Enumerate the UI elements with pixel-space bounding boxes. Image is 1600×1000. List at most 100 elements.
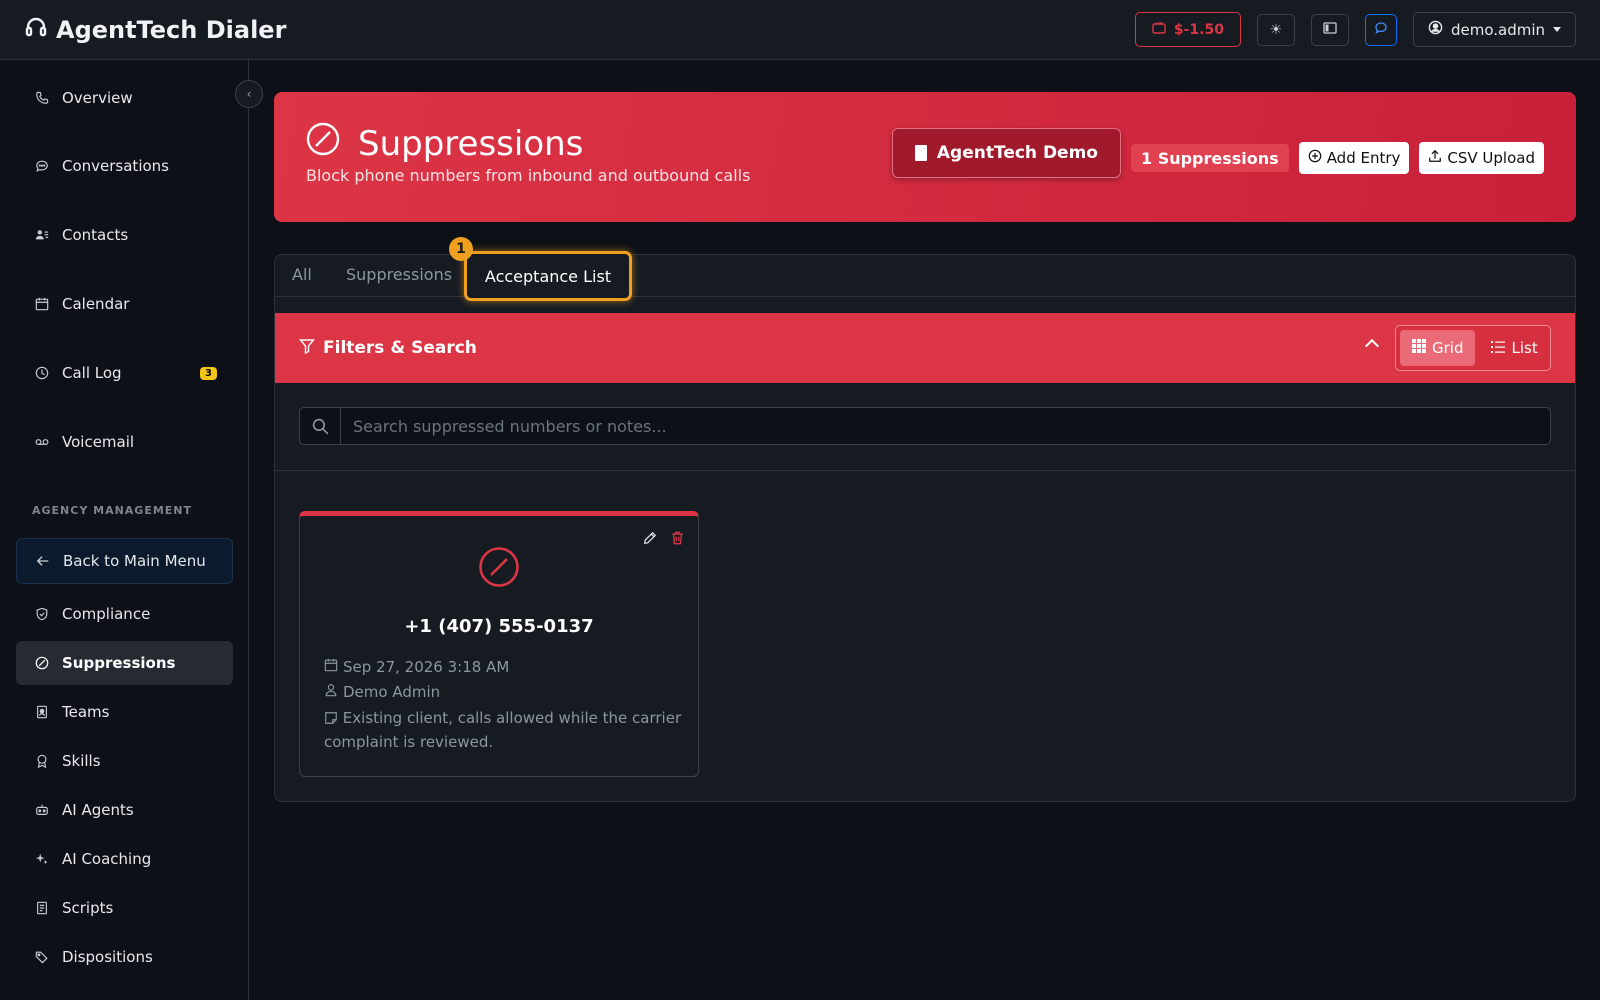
voicemail-icon [34,434,50,450]
tab-suppressions[interactable]: Suppressions [346,265,452,284]
add-entry-label: Add Entry [1326,149,1401,167]
page-subtitle: Block phone numbers from inbound and out… [306,166,751,185]
contacts-icon [34,227,50,243]
ban-icon [478,546,520,592]
user-menu-button[interactable]: demo.admin [1412,12,1576,47]
sidebar-item-voicemail[interactable]: Voicemail [16,420,233,464]
sidebar-item-label: Suppressions [62,654,176,672]
sidebar-item-skills[interactable]: Skills [16,739,233,783]
list-view-button[interactable]: List [1479,330,1549,366]
sidebar-item-teams[interactable]: Teams [16,690,233,734]
sidebar-item-overview[interactable]: Overview [16,76,233,120]
chat-icon [34,158,50,174]
calendar-icon [324,658,338,676]
card-user-row: Demo Admin [324,683,440,701]
caret-down-icon [1553,27,1561,32]
page-title: Suppressions [306,122,583,165]
organization-selector-button[interactable]: AgentTech Demo [891,128,1121,178]
sidebar-item-scripts[interactable]: Scripts [16,886,233,930]
suppressed-phone-number: +1 (407) 555-0137 [404,616,594,637]
sidebar-item-ai-agents[interactable]: AI Agents [16,788,233,832]
top-bar: AgentTech Dialer $-1.50 ☀ demo.admin [0,0,1600,60]
tab-bar: All Suppressions 1 Acceptance List [275,237,1575,301]
list-icon [1491,339,1506,357]
document-icon [34,900,50,916]
grid-view-button[interactable]: Grid [1400,330,1476,366]
chat-button[interactable] [1364,13,1397,46]
organization-name: AgentTech Demo [936,143,1098,163]
add-entry-button[interactable]: Add Entry [1298,142,1410,174]
id-badge-icon [34,704,50,720]
sidebar-item-label: AI Coaching [62,850,152,868]
sidebar-item-label: Compliance [62,605,151,623]
section-label-agency: AGENCY MANAGEMENT [32,504,193,517]
balance-amount: $-1.50 [1173,21,1224,38]
headset-icon [24,15,48,45]
content-panel: All Suppressions 1 Acceptance List Filte… [274,237,1576,802]
sidebar-item-call-log[interactable]: Call Log 3 [16,351,233,395]
sidebar-layout-icon [1323,21,1337,38]
sidebar: Overview Conversations Contacts Calendar… [0,60,249,1000]
phone-icon [34,90,50,106]
sidebar-item-contacts[interactable]: Contacts [16,213,233,257]
sidebar-item-label: Call Log [62,364,122,382]
sun-icon: ☀ [1269,21,1283,38]
sidebar-item-label: Calendar [62,295,130,313]
robot-icon [34,802,50,818]
ban-icon [306,122,340,165]
note-icon [324,709,338,731]
filters-title: Filters & Search [323,338,477,358]
back-label: Back to Main Menu [63,552,206,570]
sidebar-item-ai-coaching[interactable]: AI Coaching [16,837,233,881]
app-brand[interactable]: AgentTech Dialer [24,15,286,45]
suppression-card: +1 (407) 555-0137 Sep 27, 2026 3:18 AM D… [299,511,699,777]
app-title: AgentTech Dialer [56,15,287,44]
sidebar-collapse-button[interactable]: ‹ [235,80,263,108]
sidebar-item-conversations[interactable]: Conversations [16,144,233,188]
balance-button[interactable]: $-1.50 [1134,12,1241,47]
chevron-up-icon[interactable] [1364,338,1380,354]
search-section [275,383,1575,471]
sidebar-item-suppressions[interactable]: Suppressions [16,641,233,685]
sidebar-item-calendar[interactable]: Calendar [16,282,233,326]
edit-pencil-icon[interactable] [643,530,657,549]
user-circle-icon [1428,20,1443,39]
grid-label: Grid [1432,339,1464,357]
view-toggle: Grid List [1395,325,1551,371]
chat-bubble-icon [1374,21,1388,39]
sidebar-item-label: Contacts [62,226,129,244]
search-icon [300,408,341,444]
sidebar-item-label: AI Agents [62,801,134,819]
filter-icon [299,338,315,359]
sidebar-item-label: Skills [62,752,101,770]
tab-acceptance-list[interactable]: Acceptance List [464,251,632,301]
sidebar-item-label: Conversations [62,157,169,175]
tab-acceptance-label: Acceptance List [484,266,612,286]
filters-header[interactable]: Filters & Search Grid List [275,313,1575,383]
sidebar-item-compliance[interactable]: Compliance [16,592,233,636]
search-input[interactable] [341,408,1550,444]
sidebar-item-label: Scripts [62,899,114,917]
plus-circle-icon [1308,149,1322,167]
step-number-badge: 1 [449,237,473,261]
sidebar-item-dispositions[interactable]: Dispositions [16,935,233,979]
calendar-icon [34,296,50,312]
theme-toggle-button[interactable]: ☀ [1256,13,1295,46]
delete-trash-icon[interactable] [671,530,684,549]
tab-all[interactable]: All [292,265,312,284]
csv-upload-button[interactable]: CSV Upload [1419,142,1544,174]
call-log-badge: 3 [200,366,217,380]
arrow-left-icon [35,553,51,569]
card-note: Existing client, calls allowed while the… [324,707,684,753]
clock-icon [34,365,50,381]
sidebar-item-label: Voicemail [62,433,135,451]
card-date: Sep 27, 2026 3:18 AM [343,658,510,676]
award-icon [34,753,50,769]
sidebar-item-label: Teams [62,703,110,721]
page-header-banner: Suppressions Block phone numbers from in… [274,92,1576,222]
card-note-text: Existing client, calls allowed while the… [324,709,682,751]
layout-toggle-button[interactable] [1310,13,1349,46]
card-date-row: Sep 27, 2026 3:18 AM [324,658,509,676]
shield-check-icon [34,606,50,622]
back-to-main-button[interactable]: Back to Main Menu [16,538,233,584]
